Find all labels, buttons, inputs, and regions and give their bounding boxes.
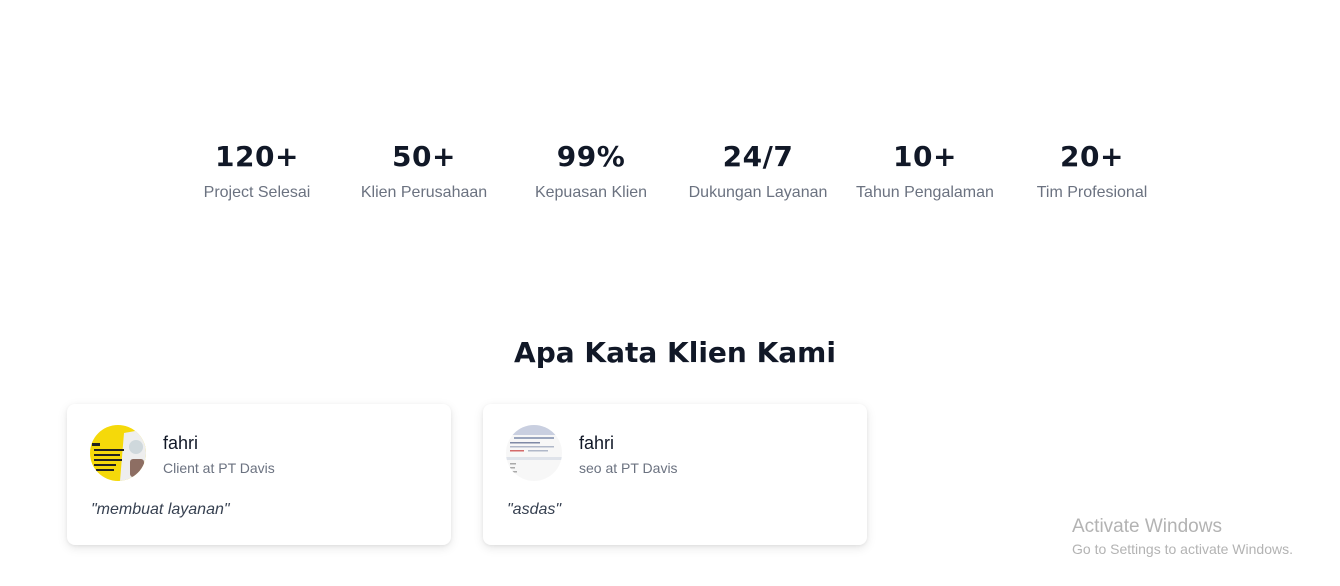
stat-value: 10+	[893, 140, 957, 173]
stat-value: 50+	[392, 140, 456, 173]
stat-satisfaction: 99% Kepuasan Klien	[506, 140, 676, 203]
testimonial-card: fahri seo at PT Davis "asdas"	[483, 404, 867, 545]
stat-label: Dukungan Layanan	[688, 184, 828, 201]
avatar-photo-yellow	[90, 425, 146, 481]
client-name: fahri	[579, 433, 615, 453]
activate-windows-watermark: Activate Windows Go to Settings to activ…	[1072, 516, 1293, 558]
testimonials-title: Apa Kata Klien Kami	[514, 336, 836, 369]
stat-label: Klien Perusahaan	[360, 184, 488, 201]
testimonial-card: fahri Client at PT Davis "membuat layana…	[67, 404, 451, 545]
stat-label: Tim Profesional	[1036, 184, 1148, 201]
stat-value: 24/7	[722, 140, 794, 173]
client-role: Client at PT Davis	[163, 460, 275, 476]
client-quote: "membuat layanan"	[91, 501, 230, 518]
watermark-subtitle: Go to Settings to activate Windows.	[1072, 541, 1293, 557]
client-role: seo at PT Davis	[579, 460, 678, 476]
client-quote: "asdas"	[507, 501, 562, 518]
stat-experience: 10+ Tahun Pengalaman	[840, 140, 1010, 203]
stat-team: 20+ Tim Profesional	[1007, 140, 1177, 203]
stat-label: Project Selesai	[203, 184, 311, 201]
stat-projects: 120+ Project Selesai	[172, 140, 342, 203]
client-name: fahri	[163, 433, 199, 453]
avatar	[90, 425, 146, 481]
stat-value: 99%	[556, 140, 626, 173]
stat-clients: 50+ Klien Perusahaan	[339, 140, 509, 203]
stats-section: 120+ Project Selesai 50+ Klien Perusahaa…	[0, 140, 1340, 220]
stat-support: 24/7 Dukungan Layanan	[673, 140, 843, 203]
avatar	[506, 425, 562, 481]
stat-label: Tahun Pengalaman	[856, 184, 994, 201]
stat-value: 120+	[215, 140, 299, 173]
avatar-photo-screenshot	[506, 425, 562, 481]
page: 120+ Project Selesai 50+ Klien Perusahaa…	[0, 0, 1340, 586]
watermark-title: Activate Windows	[1072, 516, 1222, 537]
stat-label: Kepuasan Klien	[534, 184, 648, 201]
stat-value: 20+	[1060, 140, 1124, 173]
